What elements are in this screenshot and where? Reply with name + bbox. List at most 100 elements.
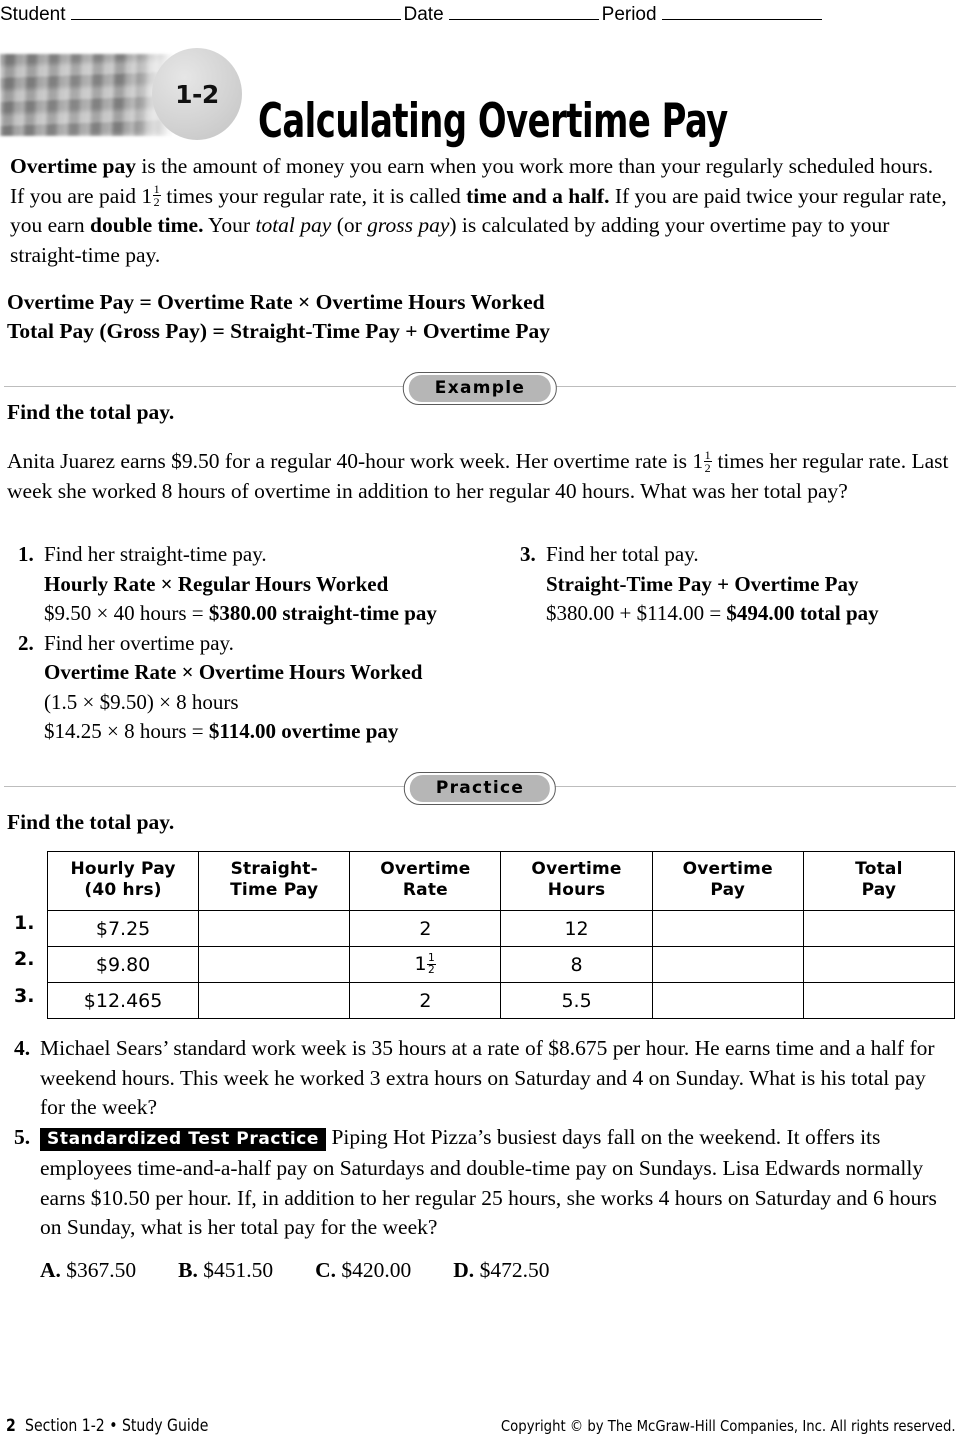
term-time-and-a-half: time and a half. <box>466 183 610 208</box>
header-line-2: Pay <box>710 880 746 900</box>
cell-overtime-rate: 2 <box>349 982 502 1019</box>
cell-overtime-hours: 5.5 <box>500 982 653 1019</box>
choice-value: $420.00 <box>341 1257 412 1282</box>
question-5: 5. Standardized Test Practice Piping Hot… <box>14 1123 956 1286</box>
cell-overtime-hours: 8 <box>500 946 653 983</box>
step-answer: $380.00 straight-time pay <box>208 601 437 625</box>
answer-choice-d[interactable]: D. $472.50 <box>453 1256 549 1286</box>
step-answer: $114.00 overtime pay <box>208 719 399 743</box>
choice-letter: A. <box>40 1257 61 1282</box>
term-overtime-pay: Overtime pay <box>10 154 136 178</box>
choice-letter: B. <box>178 1257 198 1282</box>
table-row: $9.80 112 8 <box>46 946 956 983</box>
answer-choice-b[interactable]: B. $451.50 <box>178 1256 273 1286</box>
cell-straight-time-pay[interactable] <box>198 946 351 983</box>
footer-section-text: Section 1-2 • Study Guide <box>25 1416 209 1436</box>
cell-hourly-pay: $12.465 <box>46 982 200 1019</box>
period-blank-line[interactable] <box>661 5 822 20</box>
step-number: 2. <box>18 630 34 655</box>
cell-total-pay[interactable] <box>802 982 956 1019</box>
intro-paragraph: Overtime pay is the amount of money you … <box>10 152 952 270</box>
header-line-2: Time Pay <box>230 880 319 900</box>
em-gross-pay: gross pay <box>367 213 450 237</box>
student-info-line: Student Date Period <box>0 4 960 26</box>
page-title: Calculating Overtime Pay <box>258 94 728 149</box>
step-prompt: Find her total pay. <box>546 542 699 566</box>
cell-straight-time-pay[interactable] <box>198 982 351 1019</box>
practice-row-numbers: 1. 2. 3. <box>14 905 34 1014</box>
example-badge-label: Example <box>408 375 552 402</box>
header-line-1: Overtime <box>531 859 622 879</box>
header-line-1: Hourly Pay <box>70 859 176 879</box>
example-step-2: 2. Find her overtime pay. Overtime Rate … <box>18 629 518 747</box>
question-number: 5. <box>14 1124 31 1149</box>
mixed-number-whole: 1 <box>414 952 427 975</box>
example-problem-text-a: Anita Juarez earns $9.50 for a regular 4… <box>7 449 704 473</box>
table-row: $7.25 2 12 <box>46 910 956 947</box>
example-step-3: 3. Find her total pay. Straight-Time Pay… <box>520 540 956 629</box>
cell-hourly-pay: $9.80 <box>46 946 200 983</box>
cell-overtime-pay[interactable] <box>651 946 804 983</box>
column-header-hourly-pay: Hourly Pay (40 hrs) <box>46 851 200 911</box>
question-4: 4. Michael Sears’ standard work week is … <box>14 1034 956 1123</box>
step-number: 1. <box>18 542 34 566</box>
fraction-denominator: 2 <box>428 963 435 977</box>
cell-overtime-rate: 112 <box>349 946 502 983</box>
lesson-number-text: 1-2 <box>175 79 219 109</box>
header-line-2: Hours <box>547 880 606 900</box>
answer-choice-a[interactable]: A. $367.50 <box>40 1256 136 1286</box>
step-work-text: $14.25 × 8 hours = <box>44 719 209 743</box>
cell-total-pay[interactable] <box>802 910 956 947</box>
choice-letter: D. <box>453 1257 475 1282</box>
term-double-time: double time. <box>90 213 204 237</box>
practice-table: Hourly Pay (40 hrs) Straight- Time Pay O… <box>46 851 956 1019</box>
table-header-row: Hourly Pay (40 hrs) Straight- Time Pay O… <box>46 851 956 911</box>
column-header-overtime-pay: Overtime Pay <box>651 851 804 911</box>
cell-total-pay[interactable] <box>802 946 956 983</box>
step-answer: $494.00 total pay <box>726 601 879 625</box>
header-line-1: Overtime <box>682 859 773 879</box>
formula-block: Overtime Pay = Overtime Rate × Overtime … <box>7 288 550 346</box>
standardized-test-practice-label: Standardized Test Practice <box>40 1127 327 1151</box>
cell-overtime-hours: 12 <box>500 910 653 947</box>
step-work: $380.00 + $114.00 = $494.00 total pay <box>546 599 956 629</box>
cell-overtime-pay[interactable] <box>651 982 804 1019</box>
cell-overtime-rate: 2 <box>349 910 502 947</box>
student-blank-line[interactable] <box>70 5 401 20</box>
choice-value: $472.50 <box>479 1257 550 1282</box>
example-steps-left-column: 1. Find her straight-time pay. Hourly Ra… <box>18 540 518 747</box>
choice-value: $367.50 <box>66 1257 137 1282</box>
page-number: 2 <box>6 1416 16 1436</box>
row-number: 1. <box>14 912 35 934</box>
step-work-text: $9.50 × 40 hours = <box>44 601 209 625</box>
step-formula: Overtime Rate × Overtime Hours Worked <box>44 660 423 684</box>
question-text: Michael Sears’ standard work week is 35 … <box>40 1036 935 1119</box>
fraction-one-half: 12 <box>703 447 712 475</box>
row-number: 2. <box>14 948 35 971</box>
column-header-overtime-rate: Overtime Rate <box>349 851 502 911</box>
cell-straight-time-pay[interactable] <box>198 910 351 947</box>
example-step-1: 1. Find her straight-time pay. Hourly Ra… <box>18 540 518 629</box>
step-prompt: Find her straight-time pay. <box>44 542 267 566</box>
example-steps-right-column: 3. Find her total pay. Straight-Time Pay… <box>520 540 956 629</box>
date-blank-line[interactable] <box>448 5 599 20</box>
calculator-photo-icon <box>0 54 172 136</box>
step-work: $9.50 × 40 hours = $380.00 straight-time… <box>44 599 518 629</box>
table-row: $12.465 2 5.5 <box>46 982 956 1019</box>
header-line-1: Overtime <box>380 859 471 879</box>
fraction-one-half: 12 <box>427 953 436 976</box>
fraction-numerator: 1 <box>703 447 712 462</box>
student-label: Student <box>0 4 66 25</box>
practice-badge: Practice <box>403 772 557 805</box>
header-line-2: Pay <box>861 880 897 900</box>
fraction-denominator: 2 <box>704 460 711 475</box>
header-line-2: (40 hrs) <box>84 880 162 900</box>
step-work-text: $380.00 + $114.00 = <box>546 601 727 625</box>
practice-section-divider: Practice <box>4 772 956 805</box>
fraction-denominator: 2 <box>153 195 160 210</box>
answer-choice-c[interactable]: C. $420.00 <box>315 1256 411 1286</box>
example-section-divider: Example <box>4 372 956 405</box>
cell-overtime-pay[interactable] <box>651 910 804 947</box>
step-formula: Straight-Time Pay + Overtime Pay <box>546 571 859 596</box>
column-header-total-pay: Total Pay <box>802 851 956 911</box>
